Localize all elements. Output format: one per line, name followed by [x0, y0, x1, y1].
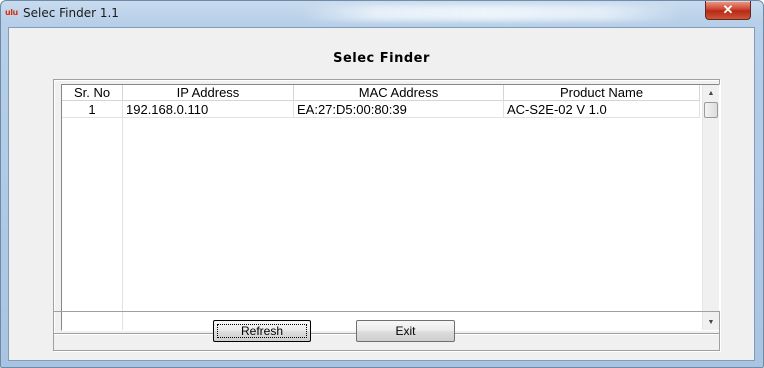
window-title: Selec Finder 1.1 — [23, 6, 119, 20]
scroll-up-button[interactable]: ▲ — [703, 85, 719, 101]
app-logo-icon: ulu — [5, 8, 18, 17]
refresh-button-label: Refresh — [240, 324, 284, 338]
column-header-mac-address[interactable]: MAC Address — [294, 85, 504, 101]
exit-button[interactable]: Exit — [356, 320, 455, 342]
column-header-product-name[interactable]: Product Name — [504, 85, 700, 101]
cell-product-name: AC-S2E-02 V 1.0 — [504, 101, 700, 118]
device-list[interactable]: Sr. No IP Address MAC Address Product Na… — [61, 84, 720, 331]
refresh-button[interactable]: Refresh — [213, 320, 311, 342]
title-bar-background — [301, 5, 681, 21]
list-header: Sr. No IP Address MAC Address Product Na… — [62, 85, 702, 101]
app-window: ulu Selec Finder 1.1 ✕ Selec Finder Sr. … — [0, 0, 764, 368]
close-icon: ✕ — [722, 2, 734, 17]
client-area: Selec Finder Sr. No IP Address MAC Addre… — [8, 27, 755, 361]
vertical-scrollbar[interactable]: ▲ ▼ — [702, 85, 719, 330]
close-button[interactable]: ✕ — [705, 1, 751, 20]
page-title: Selec Finder — [333, 51, 430, 66]
column-header-ip-address[interactable]: IP Address — [123, 85, 294, 101]
column-header-sr-no[interactable]: Sr. No — [62, 85, 123, 101]
table-row[interactable]: 1 192.168.0.110 EA:27:D5:00:80:39 AC-S2E… — [62, 101, 702, 118]
title-bar[interactable]: ulu Selec Finder 1.1 ✕ — [1, 1, 763, 27]
chevron-up-icon: ▲ — [707, 89, 715, 97]
scroll-thumb[interactable] — [704, 102, 718, 118]
exit-button-label: Exit — [395, 324, 416, 338]
sr-no-column-body — [62, 118, 123, 330]
cell-sr-no: 1 — [62, 101, 123, 118]
cell-ip-address: 192.168.0.110 — [123, 101, 294, 118]
cell-mac-address: EA:27:D5:00:80:39 — [294, 101, 504, 118]
